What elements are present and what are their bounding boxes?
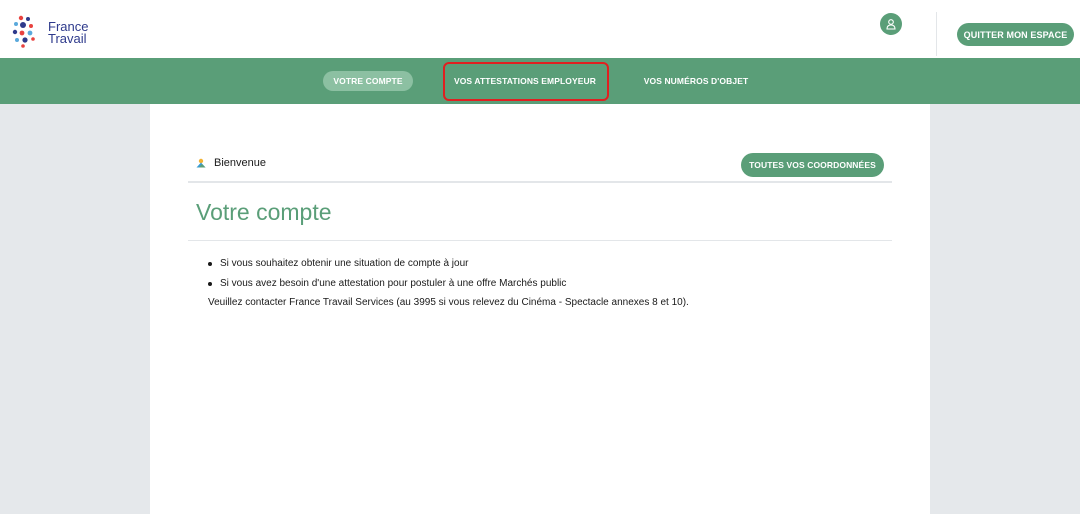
header: France Travail QUITTER MON ESPACE xyxy=(0,0,1080,58)
logo-line-2: Travail xyxy=(48,31,87,46)
tab-votre-compte[interactable]: VOTRE COMPTE xyxy=(323,71,413,91)
divider xyxy=(188,240,892,241)
header-divider xyxy=(936,12,937,56)
welcome-text: Bienvenue xyxy=(214,157,266,169)
logo-mark-icon xyxy=(12,15,35,48)
tab-numeros-objet[interactable]: VOS NUMÉROS D'OBJET xyxy=(640,71,752,91)
main-content: Bienvenue TOUTES VOS COORDONNÉES Votre c… xyxy=(150,104,930,514)
welcome-icon xyxy=(196,158,206,168)
page-title: Votre compte xyxy=(196,199,332,225)
divider xyxy=(188,181,892,183)
logo-text: France Travail xyxy=(48,20,88,46)
contact-text: Veuillez contacter France Travail Servic… xyxy=(208,297,689,308)
all-coordinates-button[interactable]: TOUTES VOS COORDONNÉES xyxy=(741,153,884,177)
person-icon xyxy=(886,19,896,30)
highlight-box xyxy=(443,62,609,101)
france-travail-logo[interactable]: France Travail xyxy=(12,15,92,49)
list-item: Si vous avez besoin d'une attestation po… xyxy=(208,277,566,297)
quit-space-button[interactable]: QUITTER MON ESPACE xyxy=(957,23,1074,46)
info-list: Si vous souhaitez obtenir une situation … xyxy=(208,257,566,297)
list-item: Si vous souhaitez obtenir une situation … xyxy=(208,257,566,277)
user-icon[interactable] xyxy=(880,13,902,35)
